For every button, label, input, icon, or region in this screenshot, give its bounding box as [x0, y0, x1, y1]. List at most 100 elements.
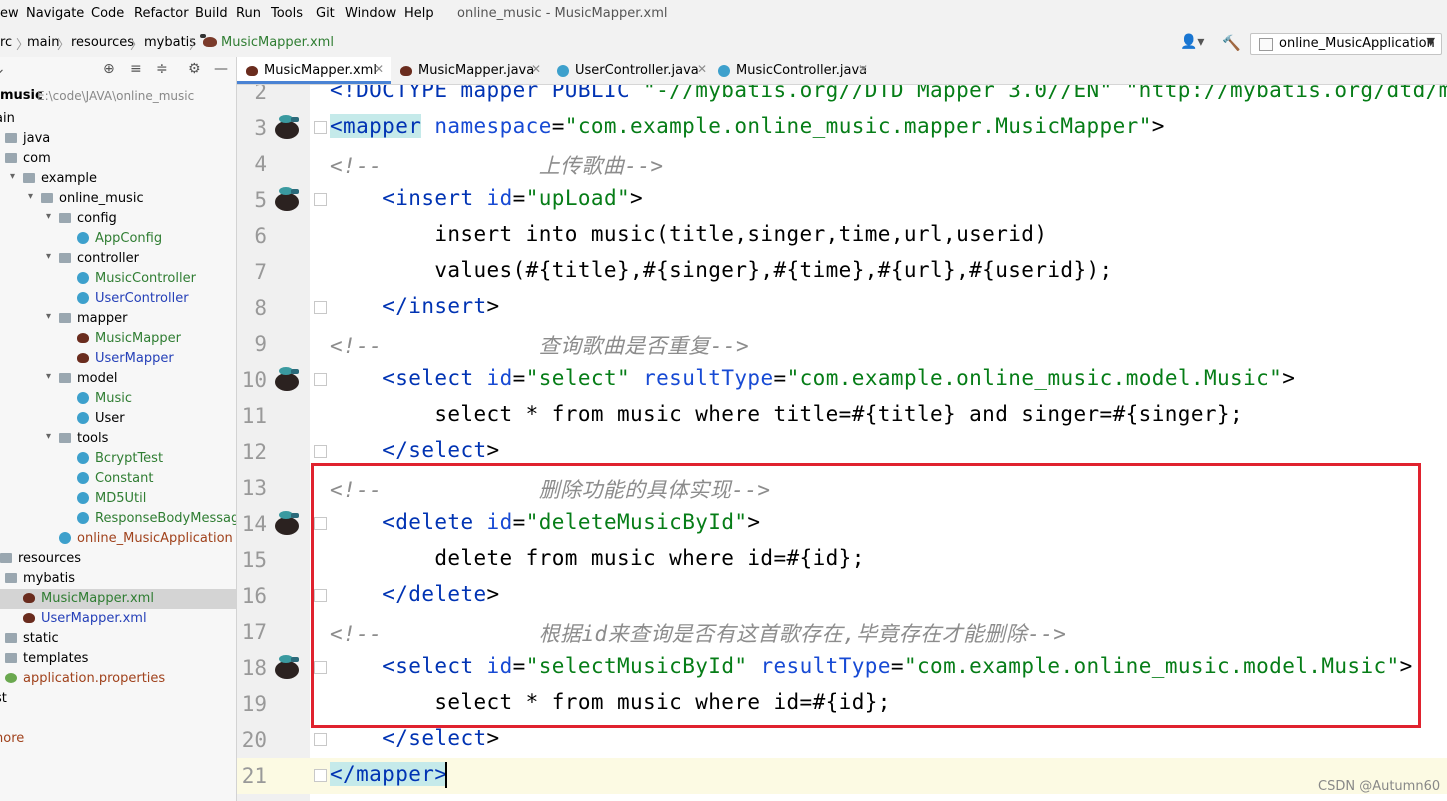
fold-marker-icon[interactable] — [314, 301, 327, 314]
code-line[interactable]: 11 select * from music where title=#{tit… — [237, 398, 1447, 434]
chevron-down-icon[interactable]: ▾ — [10, 171, 15, 182]
breadcrumb-item[interactable]: main — [27, 35, 59, 50]
tree-item[interactable]: UserController — [0, 289, 236, 309]
tree-item[interactable]: templates — [0, 649, 236, 669]
tree-item[interactable]: t — [0, 709, 236, 729]
tab-musiccontroller-java[interactable]: MusicController.java ✕ — [714, 57, 874, 84]
user-icon[interactable]: 👤▾ — [1180, 34, 1204, 50]
fold-marker-icon[interactable] — [314, 769, 327, 782]
menu-tools[interactable]: Tools — [271, 6, 303, 21]
tree-item[interactable]: UserMapper — [0, 349, 236, 369]
chevron-down-icon[interactable]: ▾ — [46, 211, 51, 222]
chevron-down-icon[interactable]: ▾ — [46, 311, 51, 322]
tree-item[interactable]: ▾ online_music — [0, 189, 236, 209]
locate-icon[interactable]: ⊕ — [103, 61, 115, 77]
tree-item[interactable]: MusicMapper.xml — [0, 589, 236, 609]
code-line[interactable]: 6 insert into music(title,singer,time,ur… — [237, 218, 1447, 254]
breadcrumb-item[interactable]: resources — [71, 35, 134, 50]
code-line[interactable]: 2 <!DOCTYPE mapper PUBLIC "-//mybatis.org… — [237, 85, 1447, 110]
code-token: <mapper — [330, 114, 422, 138]
chevron-down-icon[interactable]: ⌄ — [0, 61, 6, 77]
tree-item[interactable]: ResponseBodyMessage — [0, 509, 236, 529]
fold-marker-icon[interactable] — [314, 193, 327, 206]
fold-marker-icon[interactable] — [314, 121, 327, 134]
close-icon[interactable]: ✕ — [374, 62, 384, 76]
tree-item[interactable]: MusicController — [0, 269, 236, 289]
tree-item[interactable]: BcryptTest — [0, 449, 236, 469]
tree-item[interactable]: MD5Util — [0, 489, 236, 509]
close-icon[interactable]: ✕ — [697, 62, 707, 76]
code-line[interactable]: 10 <select id="select" resultType="com.e… — [237, 362, 1447, 398]
gear-icon[interactable]: ⚙ — [188, 61, 201, 77]
code-line[interactable]: 3 <mapper namespace="com.example.online_m… — [237, 110, 1447, 146]
menu-window[interactable]: Window — [345, 6, 396, 21]
fold-marker-icon[interactable] — [314, 373, 327, 386]
tab-usercontroller-java[interactable]: UserController.java ✕ — [549, 57, 714, 84]
tree-item[interactable]: application.properties — [0, 669, 236, 689]
tree-item-label: MusicMapper.xml — [41, 591, 154, 606]
tab-musicmapper-xml[interactable]: MusicMapper.xml ✕ — [237, 57, 391, 84]
tree-item[interactable]: online_MusicApplication — [0, 529, 236, 549]
tree-item[interactable]: mybatis — [0, 569, 236, 589]
mybatis-navigate-icon[interactable] — [273, 509, 301, 537]
expand-all-icon[interactable]: ≡ — [130, 61, 142, 77]
close-icon[interactable]: ✕ — [858, 62, 868, 76]
tree-item[interactable]: com — [0, 149, 236, 169]
menu-view[interactable]: ew — [0, 6, 19, 21]
tree-item[interactable]: nore — [0, 729, 236, 749]
run-configuration-select[interactable]: online_MusicApplication ▼ — [1250, 33, 1442, 55]
code-line[interactable]: 21 </mapper> — [237, 758, 1447, 794]
menu-code[interactable]: Code — [91, 6, 124, 21]
tree-item[interactable]: UserMapper.xml — [0, 609, 236, 629]
tree-item[interactable]: ▾ mapper — [0, 309, 236, 329]
tree-item[interactable]: Music — [0, 389, 236, 409]
tree-item[interactable]: AppConfig — [0, 229, 236, 249]
code-line[interactable]: 7 values(#{title},#{singer},#{time},#{ur… — [237, 254, 1447, 290]
code-line[interactable]: 4 <!-- 上传歌曲--> — [237, 146, 1447, 182]
menu-build[interactable]: Build — [195, 6, 228, 21]
menu-refactor[interactable]: Refactor — [134, 6, 189, 21]
fold-marker-icon[interactable] — [314, 445, 327, 458]
tree-item-label: mapper — [77, 311, 128, 326]
menu-help[interactable]: Help — [404, 6, 434, 21]
minimize-icon[interactable]: — — [214, 61, 228, 77]
chevron-down-icon[interactable]: ▾ — [46, 371, 51, 382]
code-line[interactable]: 9 <!-- 查询歌曲是否重复--> — [237, 326, 1447, 362]
mybatis-navigate-icon[interactable] — [273, 365, 301, 393]
tree-item[interactable]: static — [0, 629, 236, 649]
chevron-down-icon[interactable]: ▾ — [46, 251, 51, 262]
tree-item[interactable]: ▾ tools — [0, 429, 236, 449]
tree-item[interactable]: ▾java — [0, 129, 236, 149]
tree-item[interactable]: ▾ controller — [0, 249, 236, 269]
menu-git[interactable]: Git — [316, 6, 335, 21]
chevron-down-icon[interactable]: ▾ — [46, 431, 51, 442]
tree-item[interactable]: ▾ config — [0, 209, 236, 229]
mybatis-navigate-icon[interactable] — [273, 653, 301, 681]
tree-item[interactable]: resources — [0, 549, 236, 569]
tree-item[interactable]: Constant — [0, 469, 236, 489]
collapse-all-icon[interactable]: ≑ — [156, 61, 168, 77]
code-line[interactable]: 5 <insert id="upLoad"> — [237, 182, 1447, 218]
mybatis-navigate-icon[interactable] — [273, 113, 301, 141]
hammer-icon[interactable]: 🔨 — [1222, 34, 1241, 52]
chevron-down-icon[interactable]: ▾ — [28, 191, 33, 202]
tree-item[interactable]: ain — [0, 109, 236, 129]
tab-musicmapper-java[interactable]: MusicMapper.java ✕ — [393, 57, 548, 84]
code-line[interactable]: 8 </insert> — [237, 290, 1447, 326]
fold-marker-icon[interactable] — [314, 733, 327, 746]
tree-item[interactable]: ▾ example — [0, 169, 236, 189]
line-number: 13 — [241, 476, 267, 500]
project-root[interactable]: music E:\code\JAVA\online_music — [0, 86, 236, 106]
tree-item[interactable]: MusicMapper — [0, 329, 236, 349]
mybatis-navigate-icon[interactable] — [273, 185, 301, 213]
menu-run[interactable]: Run — [236, 6, 261, 21]
xml-file-icon — [23, 613, 35, 623]
tree-item-label: example — [41, 171, 97, 186]
breadcrumb-file[interactable]: MusicMapper.xml — [200, 34, 334, 50]
menu-navigate[interactable]: Navigate — [26, 6, 84, 21]
tree-item[interactable]: User — [0, 409, 236, 429]
close-icon[interactable]: ✕ — [531, 62, 541, 76]
tree-item[interactable]: st — [0, 689, 236, 709]
breadcrumb-item[interactable]: rc — [0, 35, 12, 50]
tree-item[interactable]: ▾ model — [0, 369, 236, 389]
